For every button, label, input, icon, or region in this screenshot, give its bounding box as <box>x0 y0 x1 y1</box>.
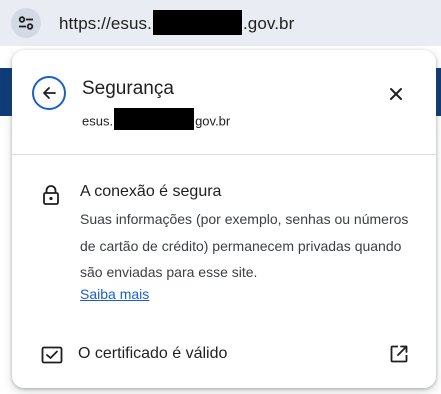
security-popup: Segurança esus. gov.br A conexão é segura… <box>12 50 436 388</box>
header-divider <box>12 154 436 155</box>
url-field[interactable]: https://esus. .gov.br <box>59 10 295 37</box>
lock-icon <box>43 185 59 205</box>
tune-icon <box>18 16 34 30</box>
popup-header: Segurança esus. gov.br <box>12 50 436 155</box>
url-prefix: https://esus. <box>59 13 152 33</box>
arrow-back-icon <box>43 87 56 99</box>
connection-title: A conexão é segura <box>80 183 222 200</box>
subtitle-redaction <box>114 108 195 130</box>
certificate-icon <box>41 346 63 364</box>
site-info-button[interactable] <box>11 8 41 38</box>
close-button[interactable] <box>382 80 410 108</box>
popup-title: Segurança <box>82 78 174 99</box>
connection-description: Suas informações (por exemplo, senhas ou… <box>80 211 409 280</box>
subtitle-suffix: gov.br <box>195 113 231 129</box>
back-button[interactable] <box>32 76 66 110</box>
subtitle-prefix: esus. <box>82 113 114 129</box>
close-icon <box>390 88 402 100</box>
learn-more-link[interactable]: Saiba mais <box>80 286 149 302</box>
certificate-label: O certificado é válido <box>78 345 228 362</box>
open-in-new-icon[interactable] <box>389 344 409 364</box>
url-redaction <box>152 10 242 35</box>
page-header-band <box>0 68 12 116</box>
omnibox: https://esus. .gov.br <box>0 0 441 46</box>
certificate-row[interactable]: O certificado é válido <box>12 334 436 374</box>
url-suffix: .gov.br <box>242 13 295 33</box>
popup-subtitle: esus. gov.br <box>82 108 231 133</box>
